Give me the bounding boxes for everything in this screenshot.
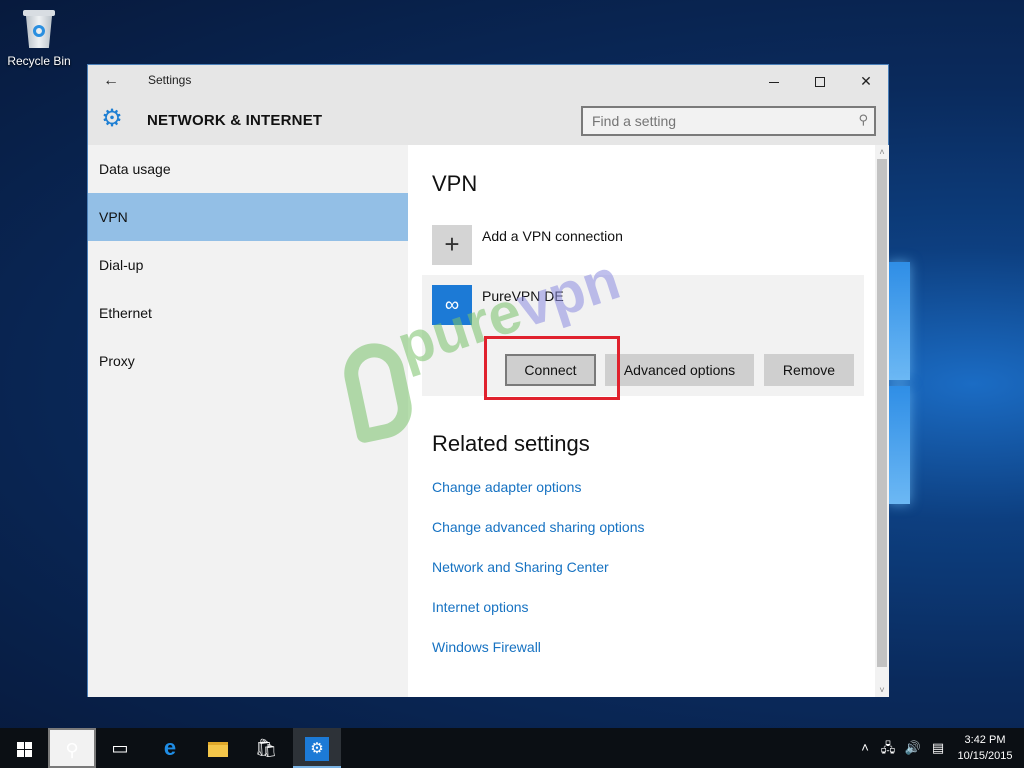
file-explorer-taskbar-button[interactable] — [194, 728, 242, 768]
gear-icon: ⚙ — [101, 105, 123, 132]
recycle-bin-icon — [22, 8, 56, 48]
sidebar-item-vpn[interactable]: VPN — [88, 193, 408, 241]
link-change-advanced-sharing-options[interactable]: Change advanced sharing options — [432, 519, 645, 559]
back-arrow-icon: ← — [103, 72, 119, 89]
plus-icon: + — [432, 225, 472, 265]
action-center-button[interactable]: ▤ — [928, 728, 948, 768]
scroll-up-icon[interactable]: ˄ — [875, 145, 889, 159]
desktop-icon-label: Recycle Bin — [7, 54, 71, 68]
sidebar-item-data-usage[interactable]: Data usage — [88, 145, 408, 193]
chevron-up-icon: ˄ — [861, 740, 869, 755]
desktop-icon-recycle-bin[interactable]: Recycle Bin — [6, 8, 72, 68]
settings-gear-icon: ⚙ — [305, 737, 329, 762]
task-view-icon: ▭ — [111, 738, 129, 758]
window-title: Settings — [148, 73, 192, 87]
volume-icon: 🔊 — [904, 740, 922, 755]
vpn-connection-item[interactable]: ∞ PureVPN DE Connect Advanced options Re… — [422, 275, 864, 400]
scroll-down-icon[interactable]: ˅ — [875, 683, 889, 697]
section-heading-vpn: VPN — [432, 171, 478, 196]
show-hidden-icons-button[interactable]: ˄ — [856, 728, 874, 768]
content-scrollbar[interactable]: ˄ ˅ — [875, 145, 889, 697]
clock-time: 3:42 PM — [964, 734, 1006, 746]
link-change-adapter-options[interactable]: Change adapter options — [432, 479, 645, 519]
add-vpn-connection-label: Add a VPN connection — [482, 228, 623, 244]
sidebar-item-dial-up[interactable]: Dial-up — [88, 241, 408, 289]
sidebar-item-proxy[interactable]: Proxy — [88, 337, 408, 385]
page-title: NETWORK & INTERNET — [147, 112, 323, 129]
start-button[interactable] — [0, 728, 48, 768]
edge-icon: e — [163, 735, 177, 760]
settings-window: ← Settings ✕ ⚙ NETWORK & INTERNET ⚲ Data… — [87, 64, 889, 697]
link-internet-options[interactable]: Internet options — [432, 599, 645, 639]
sidebar-item-ethernet[interactable]: Ethernet — [88, 289, 408, 337]
store-taskbar-button[interactable]: 🛍 — [242, 728, 290, 768]
search-icon[interactable]: ⚲ — [858, 112, 868, 128]
store-icon: 🛍 — [254, 738, 278, 758]
back-button[interactable]: ← — [98, 71, 124, 91]
desktop-windows-logo — [888, 262, 914, 508]
title-bar: ← Settings ✕ — [88, 65, 888, 97]
network-icon: 🖧 — [880, 740, 896, 755]
close-button[interactable]: ✕ — [843, 65, 889, 97]
search-icon: ⚲ — [65, 740, 79, 760]
clock[interactable]: 3:42 PM 10/15/2015 — [952, 732, 1018, 764]
link-network-and-sharing-center[interactable]: Network and Sharing Center — [432, 559, 645, 599]
network-tray-button[interactable]: 🖧 — [878, 728, 898, 768]
edge-taskbar-button[interactable]: e — [146, 728, 194, 768]
advanced-options-button[interactable]: Advanced options — [605, 354, 754, 386]
taskbar: ⚲ ▭ e 🛍 ⚙ ˄ 🖧 🔊 ▤ 3:42 PM 10/15/2015 — [0, 728, 1024, 768]
windows-start-icon — [16, 741, 32, 757]
vpn-connection-name: PureVPN DE — [482, 288, 564, 304]
main-content: VPN + Add a VPN connection ∞ PureVPN DE … — [338, 145, 875, 697]
minimize-button[interactable] — [751, 65, 797, 97]
maximize-button[interactable] — [797, 65, 843, 97]
folder-icon — [208, 741, 228, 757]
volume-tray-button[interactable]: 🔊 — [902, 728, 924, 768]
minimize-icon — [769, 81, 779, 83]
task-view-button[interactable]: ▭ — [96, 728, 144, 768]
scrollbar-thumb[interactable] — [877, 159, 887, 667]
sidebar-nav: Data usage VPN Dial-up Ethernet Proxy — [88, 145, 408, 697]
related-settings-links: Change adapter options Change advanced s… — [432, 479, 645, 679]
settings-header: ⚙ NETWORK & INTERNET ⚲ — [88, 97, 888, 145]
clock-date: 10/15/2015 — [957, 750, 1013, 762]
search-box: ⚲ — [581, 106, 876, 136]
vpn-connection-icon: ∞ — [432, 285, 472, 325]
link-windows-firewall[interactable]: Windows Firewall — [432, 639, 645, 679]
related-settings-heading: Related settings — [432, 431, 590, 456]
taskbar-search-button[interactable]: ⚲ — [48, 728, 96, 768]
remove-button[interactable]: Remove — [764, 354, 854, 386]
search-input[interactable] — [583, 108, 843, 134]
notifications-icon: ▤ — [931, 740, 945, 755]
maximize-icon — [815, 77, 825, 88]
settings-taskbar-button[interactable]: ⚙ — [293, 728, 341, 768]
connect-button[interactable]: Connect — [505, 354, 596, 386]
close-icon: ✕ — [860, 73, 872, 89]
